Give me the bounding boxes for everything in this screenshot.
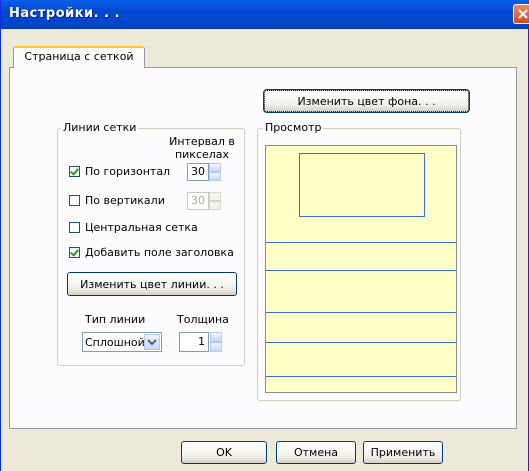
central-grid-label: Центральная сетка xyxy=(85,221,198,234)
spin-down-icon[interactable] xyxy=(209,172,221,181)
vertical-checkbox[interactable] xyxy=(69,195,80,206)
preview-grid-line xyxy=(266,312,456,313)
cancel-button[interactable]: Отмена xyxy=(276,441,356,464)
interval-label: Интервал в пикселах xyxy=(169,135,235,161)
settings-dialog: Настройки. . . Страница с сеткой Изменит… xyxy=(0,0,529,471)
preview-canvas xyxy=(265,145,457,393)
thickness-input[interactable]: 1 xyxy=(179,332,209,352)
spin-up-icon[interactable] xyxy=(209,163,221,172)
preview-group-label: Просмотр xyxy=(263,121,324,134)
spin-up-icon[interactable] xyxy=(209,192,221,201)
ok-button[interactable]: OK xyxy=(181,441,267,464)
close-icon xyxy=(518,9,528,19)
line-type-select[interactable]: Сплошной xyxy=(82,332,162,352)
chevron-down-icon[interactable] xyxy=(144,334,160,350)
horizontal-checkbox[interactable] xyxy=(69,166,80,177)
central-grid-checkbox[interactable] xyxy=(69,222,80,233)
header-field-checkbox[interactable] xyxy=(69,247,80,258)
line-type-label: Тип линии xyxy=(85,313,146,326)
apply-button[interactable]: Применить xyxy=(363,441,443,464)
title-bar[interactable]: Настройки. . . xyxy=(1,0,529,29)
preview-grid-line xyxy=(266,242,456,243)
preview-grid-line xyxy=(266,270,456,271)
grid-lines-group-label: Линии сетки xyxy=(61,121,139,134)
vertical-label: По вертикали xyxy=(85,194,165,207)
preview-header-field xyxy=(299,153,425,217)
change-line-color-button[interactable]: Изменить цвет линии. . . xyxy=(67,272,237,296)
preview-grid-line xyxy=(266,376,456,377)
tab-grid-page[interactable]: Страница с сеткой xyxy=(13,46,145,68)
change-background-color-button[interactable]: Изменить цвет фона. . . xyxy=(263,89,470,113)
window-title: Настройки. . . xyxy=(9,6,121,21)
vertical-interval-input[interactable]: 30 xyxy=(187,192,209,210)
preview-grid-line xyxy=(266,342,456,343)
horizontal-interval-spinner[interactable] xyxy=(209,163,221,181)
vertical-interval-spinner[interactable] xyxy=(209,192,221,210)
horizontal-label: По горизонтал xyxy=(85,165,171,178)
line-type-selected: Сплошной xyxy=(85,336,145,349)
header-field-label: Добавить поле заголовка xyxy=(85,246,234,259)
close-button[interactable] xyxy=(513,4,529,24)
horizontal-interval-input[interactable]: 30 xyxy=(187,163,209,181)
spin-up-icon[interactable] xyxy=(210,332,222,342)
spin-down-icon[interactable] xyxy=(210,342,222,352)
spin-down-icon[interactable] xyxy=(209,201,221,210)
thickness-label: Толщина xyxy=(177,313,229,326)
thickness-spinner[interactable] xyxy=(210,332,222,352)
